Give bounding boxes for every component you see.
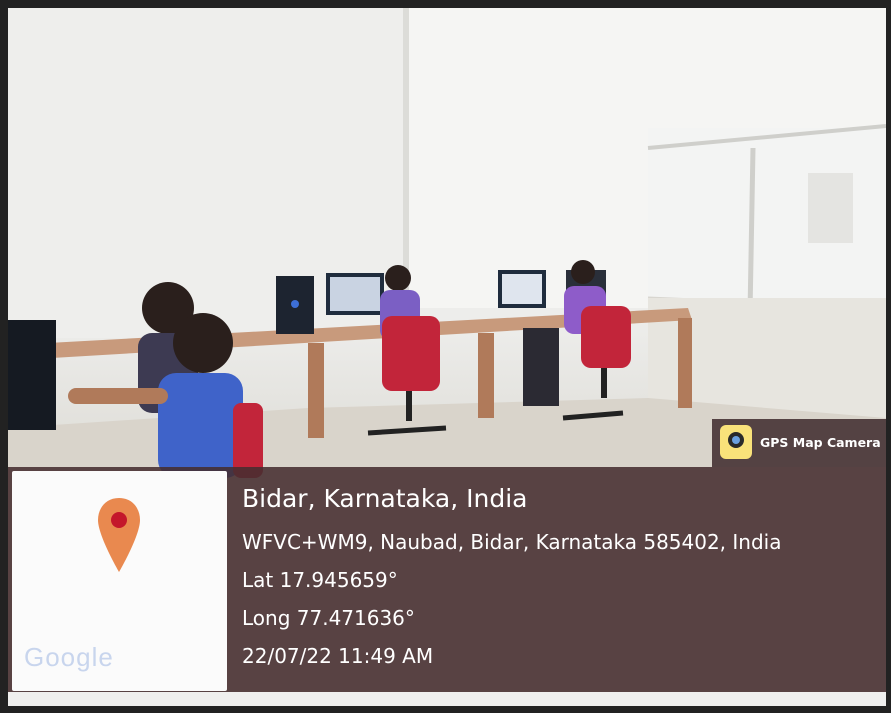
timestamp: 22/07/22 11:49 AM: [242, 644, 434, 668]
location-address: WFVC+WM9, Naubad, Bidar, Karnataka 58540…: [242, 530, 782, 554]
photo-bottom-floor: [8, 692, 886, 706]
app-badge-label: GPS Map Camera: [760, 435, 881, 450]
latitude: Lat 17.945659°: [242, 568, 398, 592]
longitude: Long 77.471636°: [242, 606, 415, 630]
map-pin-icon: [96, 496, 142, 579]
camera-pin-icon: [720, 425, 752, 459]
google-logo: Google: [24, 642, 114, 672]
location-title: Bidar, Karnataka, India: [242, 484, 528, 513]
